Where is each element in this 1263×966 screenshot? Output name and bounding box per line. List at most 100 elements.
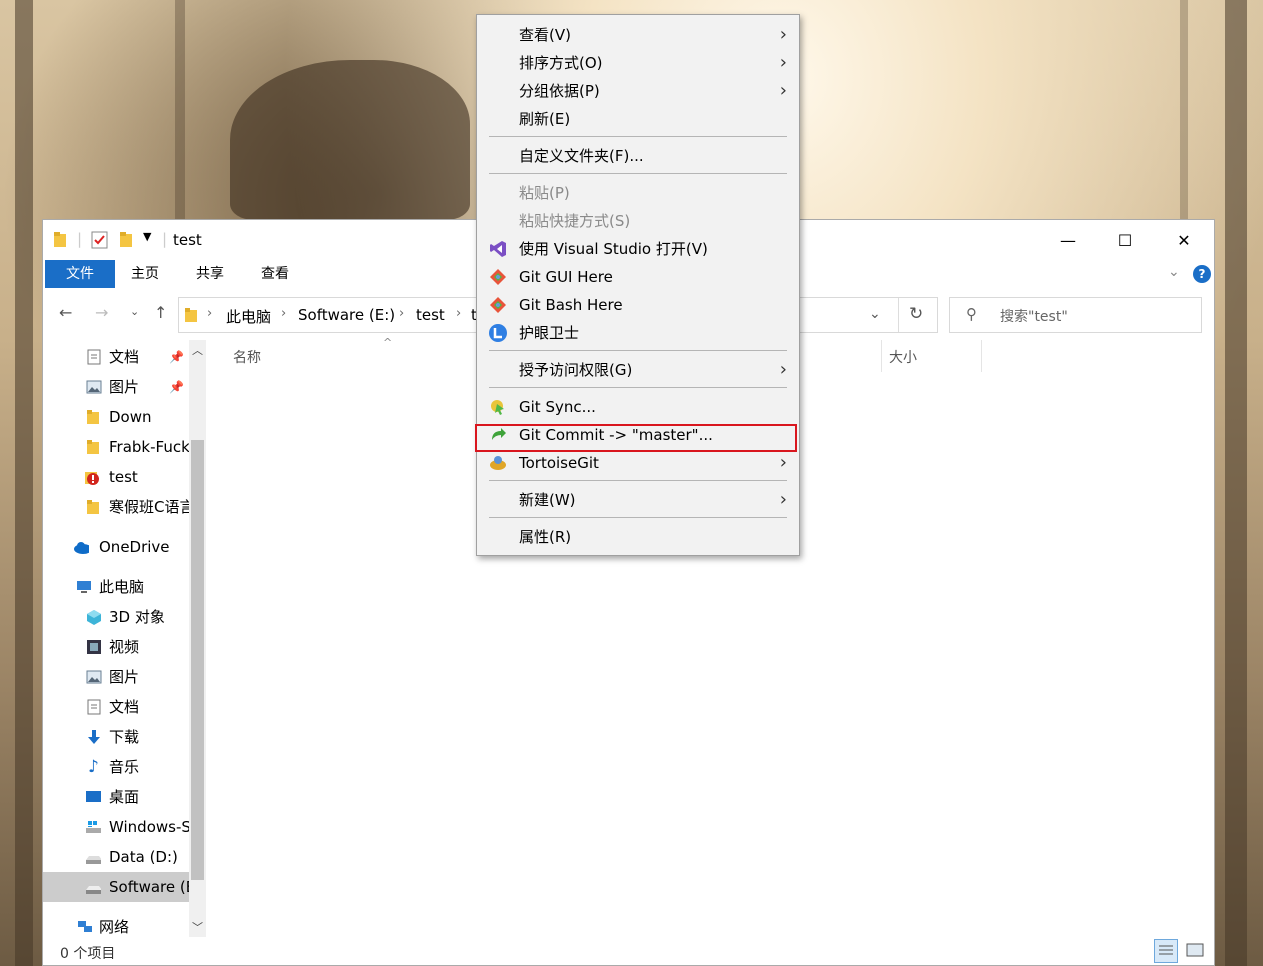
sidebar-item-documents[interactable]: 文档	[43, 692, 206, 722]
sidebar-item-3d-objects[interactable]: 3D 对象	[43, 602, 206, 632]
scroll-up-icon[interactable]: ︿	[192, 342, 203, 358]
menu-separator	[489, 136, 787, 137]
menu-item-refresh[interactable]: 刷新(E)	[477, 105, 799, 133]
menu-item-view[interactable]: 查看(V) ›	[477, 21, 799, 49]
menu-item-grant-access[interactable]: 授予访问权限(G) ›	[477, 356, 799, 384]
chevron-right-icon: ›	[779, 52, 787, 73]
help-icon[interactable]: ?	[1193, 265, 1211, 283]
menu-item-git-sync[interactable]: Git Sync...	[477, 393, 799, 421]
desktop-icon	[86, 791, 101, 802]
git-sync-icon	[491, 400, 504, 415]
sidebar-item-label: 此电脑	[99, 578, 145, 596]
git-gui-icon	[490, 269, 506, 285]
download-icon	[88, 730, 100, 744]
pin-icon: 📌	[169, 380, 184, 394]
breadcrumb-test[interactable]: test	[416, 306, 445, 324]
menu-item-eye-guard[interactable]: 护眼卫士	[477, 319, 799, 347]
menu-item-git-gui[interactable]: Git GUI Here	[477, 263, 799, 291]
sidebar-item-label: 寒假班C语言	[109, 498, 195, 516]
menu-item-sort-by[interactable]: 排序方式(O) ›	[477, 49, 799, 77]
sidebar-item-onedrive[interactable]: OneDrive	[43, 532, 206, 562]
sidebar-item-down[interactable]: Down	[43, 402, 206, 432]
tab-home[interactable]: 主页	[129, 260, 161, 288]
sidebar-item-label: 3D 对象	[109, 608, 165, 626]
menu-item-paste-shortcut: 粘贴快捷方式(S)	[477, 207, 799, 235]
expand-ribbon-icon[interactable]: ⌄	[1168, 264, 1180, 280]
column-divider[interactable]	[981, 340, 982, 372]
sidebar-item-label: test	[109, 468, 138, 486]
sidebar-item-music[interactable]: ♪ 音乐	[43, 752, 206, 782]
menu-item-group-by[interactable]: 分组依据(P) ›	[477, 77, 799, 105]
sidebar-item-documents-pinned[interactable]: 文档 📌	[43, 342, 206, 372]
tab-file[interactable]: 文件	[45, 260, 115, 288]
sidebar-item-winter-c[interactable]: 寒假班C语言	[43, 492, 206, 522]
large-icons-view-button[interactable]	[1184, 939, 1208, 963]
sidebar-item-this-pc[interactable]: 此电脑	[43, 572, 206, 602]
search-input[interactable]: 搜索"test"	[1000, 306, 1068, 326]
separator: |	[162, 230, 168, 248]
maximize-button[interactable]: ☐	[1102, 226, 1148, 256]
chevron-right-icon: ›	[779, 489, 787, 510]
menu-item-label: Git Bash Here	[519, 296, 623, 314]
sidebar-item-frabk-fuck[interactable]: Frabk-Fuck	[43, 432, 206, 462]
folder-icon	[87, 440, 99, 454]
scrollbar-thumb[interactable]	[191, 440, 204, 880]
sidebar-item-pictures-pinned[interactable]: 图片 📌	[43, 372, 206, 402]
folder-icon	[185, 308, 197, 322]
status-bar: 0 个项目	[43, 937, 1214, 965]
tab-view[interactable]: 查看	[259, 260, 291, 288]
recent-locations-icon[interactable]: ⌄	[130, 305, 139, 318]
windows-drive-icon	[86, 821, 101, 833]
search-box[interactable]: ⚲ 搜索"test"	[949, 297, 1202, 333]
new-folder-icon[interactable]	[119, 231, 133, 249]
properties-icon[interactable]	[91, 231, 109, 249]
chevron-right-icon[interactable]: ›	[281, 306, 286, 321]
column-header-name[interactable]: 名称	[233, 347, 261, 367]
customize-quick-access-icon[interactable]: ▼	[143, 230, 151, 248]
sidebar-item-data-drive[interactable]: Data (D:)	[43, 842, 206, 872]
sidebar-scrollbar[interactable]: ︿ ﹀	[189, 340, 206, 937]
menu-item-open-visual-studio[interactable]: 使用 Visual Studio 打开(V)	[477, 235, 799, 263]
sidebar-item-network[interactable]: 网络	[43, 912, 206, 937]
large-icons-view-icon	[1186, 943, 1204, 957]
column-divider[interactable]	[881, 340, 882, 372]
close-button[interactable]: ✕	[1161, 226, 1207, 256]
chevron-right-icon: ›	[779, 452, 787, 473]
refresh-icon[interactable]: ↻	[909, 304, 923, 324]
sidebar-item-software-drive[interactable]: Software (E	[43, 872, 206, 902]
menu-item-properties[interactable]: 属性(R)	[477, 523, 799, 551]
scroll-down-icon[interactable]: ﹀	[192, 919, 203, 935]
breadcrumb-this-pc[interactable]: 此电脑	[226, 306, 271, 327]
up-arrow-icon[interactable]: ↑	[154, 303, 167, 322]
sidebar-item-videos[interactable]: 视频	[43, 632, 206, 662]
chevron-right-icon[interactable]: ›	[456, 306, 461, 321]
tab-share[interactable]: 共享	[194, 260, 226, 288]
menu-item-new[interactable]: 新建(W) ›	[477, 486, 799, 514]
sidebar-item-label: Windows-S	[109, 818, 191, 836]
chevron-right-icon[interactable]: ›	[207, 306, 212, 321]
git-commit-highlight-box	[475, 424, 797, 452]
drive-icon	[86, 856, 101, 864]
breadcrumb-software-drive[interactable]: Software (E:)	[298, 306, 395, 324]
column-header-size[interactable]: 大小	[889, 347, 917, 367]
chevron-right-icon[interactable]: ›	[399, 306, 404, 321]
menu-item-label: 护眼卫士	[519, 324, 580, 342]
details-view-button[interactable]	[1154, 939, 1178, 963]
menu-item-label: 粘贴快捷方式(S)	[519, 212, 631, 230]
computer-icon	[77, 581, 91, 593]
sort-ascending-icon: ^	[383, 336, 393, 349]
sidebar-item-pictures[interactable]: 图片	[43, 662, 206, 692]
forward-arrow-icon[interactable]: →	[95, 303, 108, 322]
menu-item-git-bash[interactable]: Git Bash Here	[477, 291, 799, 319]
sidebar-item-test[interactable]: test	[43, 462, 206, 492]
sidebar-item-desktop[interactable]: 桌面	[43, 782, 206, 812]
menu-item-label: 分组依据(P)	[519, 82, 600, 100]
chevron-down-icon[interactable]: ⌄	[869, 306, 881, 322]
menu-item-tortoisegit[interactable]: TortoiseGit ›	[477, 449, 799, 477]
minimize-button[interactable]: —	[1045, 226, 1091, 256]
sidebar-item-windows-drive[interactable]: Windows-S	[43, 812, 206, 842]
sidebar-item-downloads[interactable]: 下载	[43, 722, 206, 752]
back-arrow-icon[interactable]: ←	[59, 303, 72, 322]
menu-item-label: TortoiseGit	[519, 454, 599, 472]
menu-item-customize-folder[interactable]: 自定义文件夹(F)...	[477, 142, 799, 170]
